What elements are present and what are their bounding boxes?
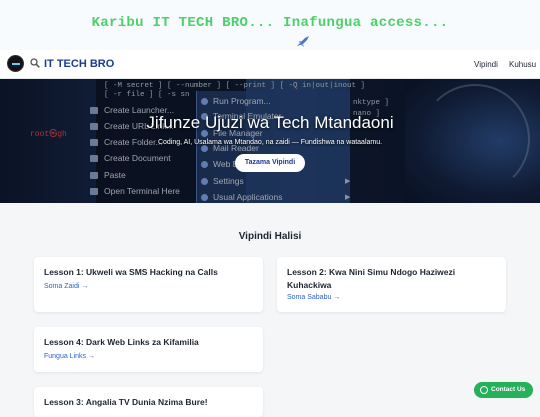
banner-text: Karibu IT TECH BRO... Inafungua access..… bbox=[91, 15, 449, 31]
lesson-link[interactable]: Fungua Links → bbox=[44, 353, 95, 360]
lesson-card[interactable]: Lesson 1: Ukweli wa SMS Hacking na Calls… bbox=[34, 257, 263, 312]
whatsapp-icon bbox=[480, 386, 488, 394]
lesson-card[interactable]: Lesson 2: Kwa Nini Simu Ndogo Haziwezi K… bbox=[277, 257, 506, 312]
lesson-title: Lesson 4: Dark Web Links za Kifamilia bbox=[44, 337, 199, 347]
lesson-title: Lesson 1: Ukweli wa SMS Hacking na Calls bbox=[44, 267, 218, 277]
lesson-card[interactable]: Lesson 3: Angalia TV Dunia Nzima Bure! bbox=[34, 387, 263, 417]
view-lessons-button[interactable]: Tazama Vipindi bbox=[235, 154, 305, 172]
lesson-title: Lesson 2: Kwa Nini Simu Ndogo Haziwezi K… bbox=[287, 267, 456, 290]
rocket-icon bbox=[296, 35, 310, 50]
nav-link-kuhusu[interactable]: Kuhusu bbox=[509, 60, 536, 69]
nav-link-vipindi[interactable]: Vipindi bbox=[474, 60, 498, 69]
contact-us-button[interactable]: Contact Us bbox=[474, 382, 533, 398]
site-logo[interactable] bbox=[7, 55, 24, 72]
lesson-link[interactable]: Soma Zaidi → bbox=[44, 283, 88, 290]
welcome-banner: Karibu IT TECH BRO... Inafungua access..… bbox=[0, 0, 540, 50]
lesson-link[interactable]: Soma Sababu → bbox=[287, 294, 340, 301]
hero-subtitle: Coding, AI, Usalama wa Mtandao, na zaidi… bbox=[157, 139, 383, 146]
section-title: Vipindi Halisi bbox=[238, 231, 302, 242]
search-icon bbox=[30, 58, 40, 68]
hero-title: Jifunze Ujuzi wa Tech Mtandaoni bbox=[146, 113, 394, 132]
brand-name[interactable]: IT TECH BRO bbox=[44, 58, 114, 70]
lesson-card[interactable]: Lesson 4: Dark Web Links za Kifamilia Fu… bbox=[34, 327, 263, 372]
lesson-title: Lesson 3: Angalia TV Dunia Nzima Bure! bbox=[44, 397, 208, 407]
top-navbar: IT TECH BRO Vipindi Kuhusu bbox=[0, 50, 540, 79]
contact-us-label: Contact Us bbox=[491, 386, 526, 393]
